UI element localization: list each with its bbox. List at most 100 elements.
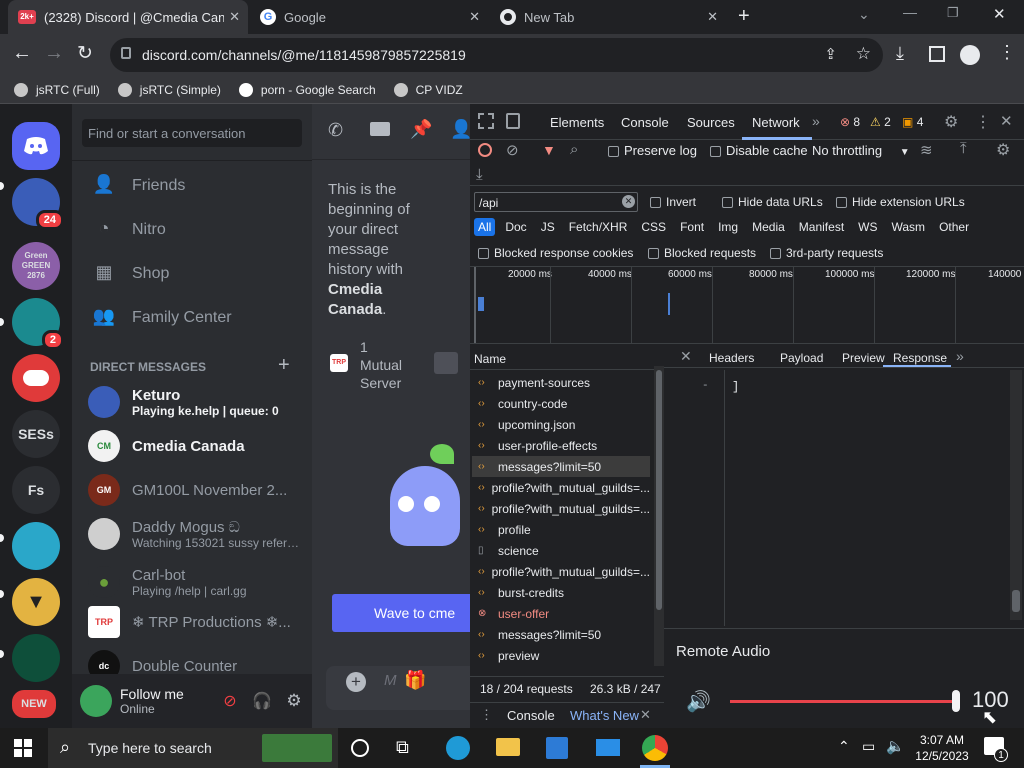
dm-item-keturo[interactable]: Keturo Playing ke.help | queue: 0 (80, 380, 304, 424)
cortana-icon[interactable] (351, 739, 369, 757)
address-bar[interactable]: discord.com/channels/@me/118145987985722… (110, 38, 883, 72)
edge-icon[interactable] (446, 736, 470, 760)
hide-extension-urls-checkbox[interactable]: Hide extension URLs (836, 195, 965, 209)
server-icon[interactable] (12, 354, 60, 402)
third-party-checkbox[interactable]: 3rd-party requests (770, 246, 883, 260)
dm-item-daddy-mogus[interactable]: Daddy Mogus ඞ Watching 153021 sussy refer… (80, 512, 304, 556)
invert-checkbox[interactable]: Invert (650, 195, 696, 209)
server-icon[interactable]: Fs (12, 466, 60, 514)
request-row[interactable]: ▯ science (472, 540, 650, 561)
blocked-cookies-checkbox[interactable]: Blocked response cookies (478, 246, 633, 260)
type-filter-doc[interactable]: Doc (501, 218, 530, 236)
close-devtools-icon[interactable]: ✕ (1000, 112, 1013, 130)
mail-icon[interactable] (596, 739, 620, 756)
close-drawer-tab-icon[interactable]: ✕ (640, 707, 651, 723)
gift-icon[interactable]: 🎁 (404, 670, 426, 691)
request-row[interactable]: ‹› profile?with_mutual_guilds=... (472, 498, 650, 519)
name-column-header[interactable]: Name (470, 348, 664, 370)
taskbar-clock[interactable]: 3:07 AM 12/5/2023 (912, 732, 972, 764)
server-icon[interactable] (12, 634, 60, 682)
close-detail-icon[interactable]: ✕ (680, 348, 692, 365)
request-row-selected[interactable]: ‹› messages?limit=50 (472, 456, 650, 477)
bookmark-item[interactable]: CP VIDZ (393, 82, 463, 97)
disable-cache-checkbox[interactable]: Disable cache (710, 143, 808, 158)
request-row[interactable]: ‹› country-code (472, 393, 650, 414)
response-viewer[interactable]: - ] (670, 370, 1006, 630)
tab-network[interactable]: Network (752, 115, 800, 130)
tray-chevron-icon[interactable]: ⌃ (838, 738, 850, 755)
side-panel-icon[interactable] (929, 46, 945, 62)
reload-icon[interactable]: ↻ (77, 42, 93, 65)
request-row[interactable]: ‹› profile (472, 519, 650, 540)
create-dm-plus-icon[interactable]: + (278, 354, 290, 377)
server-icon[interactable]: ▼ (12, 578, 60, 626)
tab-new-tab[interactable]: New Tab ✕ (490, 0, 726, 34)
dm-item-carl-bot[interactable]: ● Carl-bot Playing /help | carl.gg (80, 560, 304, 604)
record-icon[interactable] (478, 143, 492, 157)
taskbar-search-box[interactable]: ⌕ Type here to search (48, 728, 338, 768)
speaker-icon[interactable]: 🔊 (686, 689, 711, 714)
bookmark-star-icon[interactable]: ☆ (856, 44, 871, 64)
profile-avatar-icon[interactable] (960, 45, 980, 65)
nav-family-center[interactable]: 👥 Family Center (80, 298, 304, 338)
request-list-scrollbar[interactable] (654, 366, 664, 666)
filter-funnel-icon[interactable]: ▼ (542, 142, 556, 158)
detail-tab-headers[interactable]: Headers (709, 351, 754, 365)
type-filter-font[interactable]: Font (676, 218, 708, 236)
volume-tray-icon[interactable]: 🔈 (886, 737, 905, 755)
wave-button[interactable]: Wave to cme (332, 594, 470, 632)
more-detail-tabs-icon[interactable]: » (956, 348, 964, 364)
drawer-tab-console[interactable]: Console (507, 708, 555, 723)
request-row[interactable]: ‹› payment-sources (472, 372, 650, 393)
tab-sources[interactable]: Sources (687, 115, 735, 130)
mutual-servers[interactable]: 1 Mutual Server (360, 338, 420, 392)
restore-icon[interactable]: ❐ (947, 5, 959, 21)
volume-slider-thumb[interactable] (952, 690, 960, 712)
server-icon[interactable]: Green GREEN 2876 (12, 242, 60, 290)
kebab-menu-icon[interactable]: ⋮ (975, 112, 991, 132)
tab-elements[interactable]: Elements (550, 115, 604, 130)
network-icon[interactable]: ▭ (862, 738, 875, 755)
type-filter-ws[interactable]: WS (854, 218, 881, 236)
request-row[interactable]: ‹› burst-credits (472, 582, 650, 603)
search-icon[interactable]: ⌕ (570, 141, 578, 158)
detail-tab-response[interactable]: Response (893, 351, 947, 365)
close-tab-icon[interactable]: ✕ (707, 9, 718, 25)
nav-shop[interactable]: ▦ Shop (80, 254, 304, 294)
dm-search-input[interactable]: Find or start a conversation (82, 119, 302, 147)
dm-item-trp-productions[interactable]: TRP ❄ TRP Productions ❄... (80, 600, 304, 644)
type-filter-wasm[interactable]: Wasm (888, 218, 930, 236)
task-view-icon[interactable]: ⧉ (396, 737, 409, 758)
minimize-icon[interactable]: — (903, 4, 917, 20)
network-overview-timeline[interactable]: 20000 ms 40000 ms 60000 ms 80000 ms 1000… (470, 266, 1024, 344)
request-row[interactable]: ‹› upcoming.json (472, 414, 650, 435)
dm-item-cmedia-canada[interactable]: CM Cmedia Canada (80, 424, 304, 468)
export-har-icon[interactable]: ⤓ (476, 166, 483, 183)
microsoft-store-icon[interactable] (546, 737, 568, 759)
timeline-handle[interactable] (474, 267, 476, 343)
tab-google[interactable]: G Google ✕ (250, 0, 488, 34)
drawer-menu-icon[interactable]: ⋮ (480, 707, 493, 723)
file-explorer-icon[interactable] (496, 738, 520, 756)
new-tab-plus-icon[interactable]: + (738, 5, 750, 28)
type-filter-other[interactable]: Other (935, 218, 973, 236)
drawer-tab-whats-new[interactable]: What's New (570, 708, 639, 723)
server-icon[interactable]: 2 (12, 298, 64, 350)
add-friend-icon[interactable]: 👤 (450, 119, 470, 140)
network-conditions-icon[interactable]: ≋ (920, 141, 933, 159)
type-filter-manifest[interactable]: Manifest (795, 218, 848, 236)
pin-icon[interactable]: 📌 (410, 119, 432, 140)
hide-data-urls-checkbox[interactable]: Hide data URLs (722, 195, 823, 209)
request-row[interactable]: ‹› preview (472, 645, 650, 666)
throttling-select[interactable]: No throttling ▼ (812, 143, 910, 158)
tab-search-chevron-icon[interactable]: ⌄ (858, 6, 870, 23)
warning-count[interactable]: ⚠ 2 (870, 115, 891, 129)
preserve-log-checkbox[interactable]: Preserve log (608, 143, 697, 158)
device-toolbar-icon[interactable] (506, 113, 520, 129)
inspect-element-icon[interactable] (478, 113, 494, 129)
type-filter-fetch-xhr[interactable]: Fetch/XHR (565, 218, 632, 236)
share-icon[interactable]: ⇪ (824, 45, 837, 63)
filter-input[interactable]: /api (474, 192, 638, 212)
import-har-icon[interactable]: ⤒ (960, 140, 967, 157)
close-tab-icon[interactable]: ✕ (229, 9, 240, 25)
